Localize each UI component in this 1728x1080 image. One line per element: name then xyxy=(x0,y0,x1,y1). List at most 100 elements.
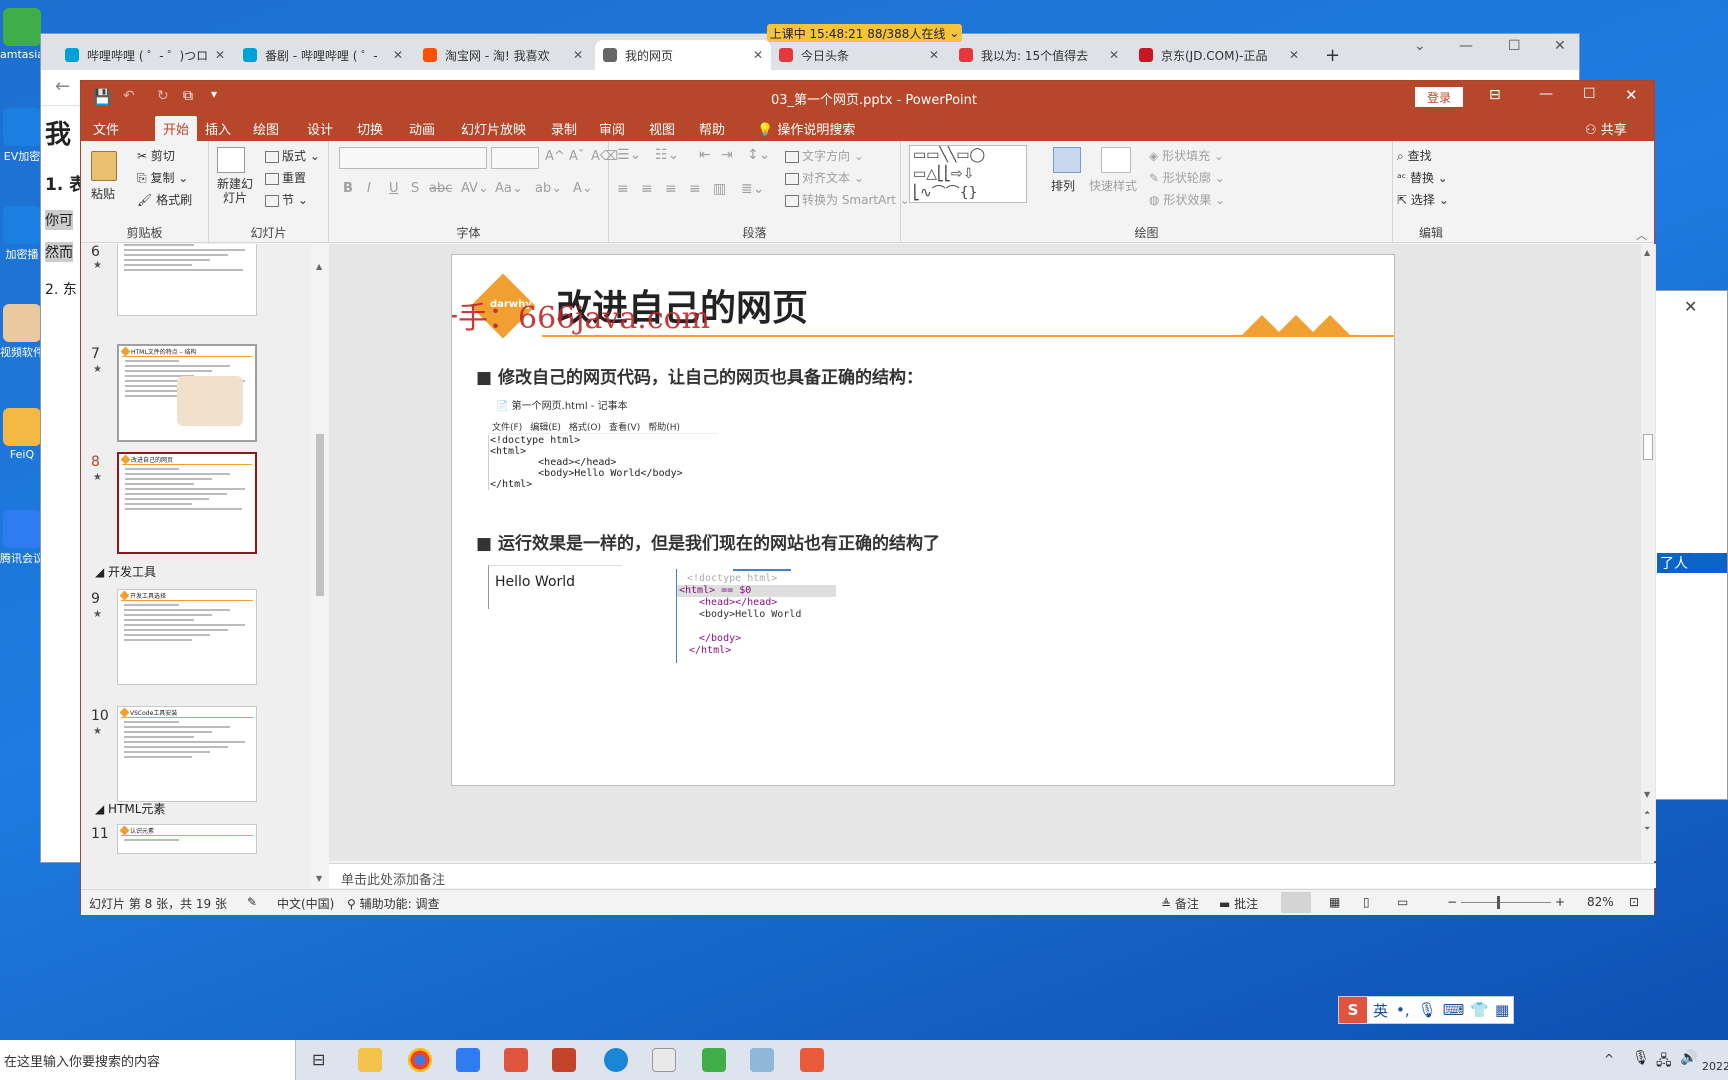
font-size-select[interactable] xyxy=(491,147,539,169)
ribbon-tab[interactable]: 绘图 xyxy=(253,119,279,138)
microphone-tray-icon[interactable]: 🎙 xyxy=(1632,1050,1650,1066)
minimize-icon[interactable]: — xyxy=(1539,86,1553,102)
slide-scrollbar[interactable]: ▲ ▼ ⏶ ⏷ xyxy=(1641,244,1655,861)
scroll-thumb[interactable] xyxy=(316,434,324,596)
undo-icon[interactable]: ↶ xyxy=(123,88,135,104)
italic-button[interactable]: I xyxy=(367,181,371,196)
bullets-icon[interactable]: ☰⌄ xyxy=(617,147,641,163)
desktop-icon[interactable]: 视频软件 xyxy=(0,304,44,360)
notes-pane[interactable]: 单击此处添加备注 xyxy=(329,863,1656,888)
collapse-ribbon-icon[interactable]: ︿ xyxy=(1636,227,1647,243)
powerpoint-icon[interactable] xyxy=(552,1048,576,1072)
align-left-icon[interactable]: ≡ xyxy=(617,181,629,197)
paste-button[interactable]: 粘贴 xyxy=(91,185,115,202)
shape-outline-button[interactable]: ✎ 形状轮廓 ⌄ xyxy=(1149,169,1225,186)
browser-tab[interactable]: 番剧 - 哔哩哔哩 ( ゜- ✕ xyxy=(235,40,411,70)
back-arrow-icon[interactable]: ← xyxy=(55,76,70,97)
close-tab-icon[interactable]: ✕ xyxy=(209,48,225,62)
zoom-slider-handle[interactable] xyxy=(1497,896,1500,909)
ribbon-tab[interactable]: 帮助 xyxy=(699,119,725,138)
xmind-icon[interactable] xyxy=(504,1048,528,1072)
customize-toolbar-icon[interactable]: ▾ xyxy=(211,87,217,101)
notes-button[interactable]: ≜ 备注 xyxy=(1161,895,1199,912)
columns-icon[interactable]: ▥ xyxy=(713,181,726,197)
typora-icon[interactable] xyxy=(652,1048,676,1072)
smartart-button[interactable]: 转换为 SmartArt ⌄ xyxy=(785,191,910,208)
browser-tab[interactable]: 哔哩哔哩 ( ゜- ゜)つロ ✕ xyxy=(57,40,233,70)
scroll-down-icon[interactable]: ▼ xyxy=(316,874,322,883)
tray-chevron-icon[interactable]: ^ xyxy=(1604,1052,1614,1066)
slide-thumbnail[interactable]: VSCode工具安装 xyxy=(117,706,257,802)
new-slide-icon[interactable] xyxy=(217,147,245,173)
save-icon[interactable]: 💾 xyxy=(93,88,112,106)
quick-style-button[interactable]: 快速样式 xyxy=(1089,177,1137,194)
language-indicator[interactable]: 中文(中国) xyxy=(277,895,334,912)
font-color-button[interactable]: A⌄ xyxy=(573,181,593,196)
text-direction-button[interactable]: 文字方向 ⌄ xyxy=(785,147,864,164)
browser-tab[interactable]: 京东(JD.COM)-正品 ✕ xyxy=(1131,40,1307,70)
new-tab-button[interactable]: + xyxy=(1317,40,1348,70)
accessibility-button[interactable]: ⚲ 辅助功能: 调查 xyxy=(347,895,439,912)
underline-button[interactable]: U xyxy=(389,181,399,196)
maximize-icon[interactable]: ☐ xyxy=(1508,38,1521,54)
align-center-icon[interactable]: ≡ xyxy=(641,181,653,197)
keyboard-icon[interactable]: ⌨ xyxy=(1443,1001,1465,1019)
ime-toolbar[interactable]: S 英 •, 🎙 ⌨ 👕 ▦ xyxy=(1338,996,1514,1024)
slide-sorter-icon[interactable]: ▦ xyxy=(1329,895,1340,909)
dingtalk-icon[interactable] xyxy=(456,1048,480,1072)
shape-fill-button[interactable]: ◈ 形状填充 ⌄ xyxy=(1149,147,1224,164)
replace-button[interactable]: ᵃᶜ 替换 ⌄ xyxy=(1397,169,1448,186)
browser-tab[interactable]: 我以为: 15个值得去 ✕ xyxy=(951,40,1127,70)
shape-effect-button[interactable]: ◍ 形状效果 ⌄ xyxy=(1149,191,1225,208)
ribbon-tab[interactable]: 文件 xyxy=(93,119,119,138)
scroll-down-icon[interactable]: ▼ xyxy=(1644,790,1650,799)
taskbar-search-input[interactable]: 在这里输入你要搜索的内容 xyxy=(0,1040,296,1080)
align-text-button[interactable]: 对齐文本 ⌄ xyxy=(785,169,864,186)
desktop-icon[interactable]: 加密播 xyxy=(0,206,44,262)
close-tab-icon[interactable]: ✕ xyxy=(923,48,939,62)
bold-button[interactable]: B xyxy=(343,181,353,196)
align-right-icon[interactable]: ≡ xyxy=(665,181,677,197)
select-button[interactable]: ⇱ 选择 ⌄ xyxy=(1397,191,1449,208)
comments-button[interactable]: ▬ 批注 xyxy=(1219,895,1258,912)
scroll-thumb[interactable] xyxy=(1643,434,1653,460)
cut-button[interactable]: ✂ 剪切 xyxy=(137,147,175,164)
fit-to-window-icon[interactable]: ⊡ xyxy=(1629,895,1639,909)
network-icon[interactable]: 🖧 xyxy=(1656,1050,1672,1074)
prev-slide-icon[interactable]: ⏶ xyxy=(1644,808,1650,818)
close-tab-icon[interactable]: ✕ xyxy=(747,48,763,62)
toolbox-icon[interactable]: ▦ xyxy=(1495,1001,1509,1019)
font-name-select[interactable] xyxy=(339,147,487,169)
browser-tab[interactable]: 我的网页 ✕ xyxy=(595,40,771,70)
section-header[interactable]: ◢ HTML元素 xyxy=(95,800,165,817)
ribbon-tab[interactable]: 录制 xyxy=(551,119,577,138)
notepad-icon[interactable] xyxy=(750,1048,774,1072)
browser-tab[interactable]: 今日头条 ✕ xyxy=(771,40,947,70)
minimize-icon[interactable]: — xyxy=(1459,38,1473,54)
ime-language[interactable]: 英 xyxy=(1373,1000,1388,1021)
scroll-up-icon[interactable]: ▲ xyxy=(1644,248,1650,257)
next-slide-icon[interactable]: ⏷ xyxy=(1644,824,1650,834)
desktop-icon[interactable]: amtasia 2021 xyxy=(0,8,44,61)
slide-thumbnail[interactable]: 改进自己的网页 xyxy=(117,452,257,554)
share-button[interactable]: ⚇ 共享 xyxy=(1585,119,1627,138)
slideshow-icon[interactable]: ▭ xyxy=(1397,895,1408,909)
chevron-down-icon[interactable]: ⌄ xyxy=(1414,38,1426,54)
skin-icon[interactable]: 👕 xyxy=(1470,1001,1489,1019)
decrease-indent-icon[interactable]: ⇤ xyxy=(699,147,711,163)
tell-me-search[interactable]: 💡 操作说明搜索 xyxy=(757,119,855,138)
reading-view-icon[interactable]: ▯ xyxy=(1363,895,1370,909)
shadow-button[interactable]: S xyxy=(411,181,419,196)
browser-tab[interactable]: 淘宝网 - 淘! 我喜欢 ✕ xyxy=(415,40,591,70)
start-slideshow-icon[interactable]: ⧉ xyxy=(183,88,193,104)
copy-button[interactable]: ⎘ 复制 ⌄ xyxy=(137,169,188,186)
close-icon[interactable]: ✕ xyxy=(1625,86,1638,104)
ribbon-tab[interactable]: 审阅 xyxy=(599,119,625,138)
ribbon-tab[interactable]: 切换 xyxy=(357,119,383,138)
layout-button[interactable]: 版式 ⌄ xyxy=(265,147,320,164)
current-slide[interactable]: darwhy 改进自己的网页 一手：666java.com ■ 修改自己的网页代… xyxy=(451,254,1395,786)
decrease-font-icon[interactable]: Aˇ xyxy=(569,149,584,164)
quick-style-icon[interactable] xyxy=(1101,147,1131,173)
close-tab-icon[interactable]: ✕ xyxy=(1283,48,1299,62)
increase-font-icon[interactable]: A^ xyxy=(545,149,565,164)
